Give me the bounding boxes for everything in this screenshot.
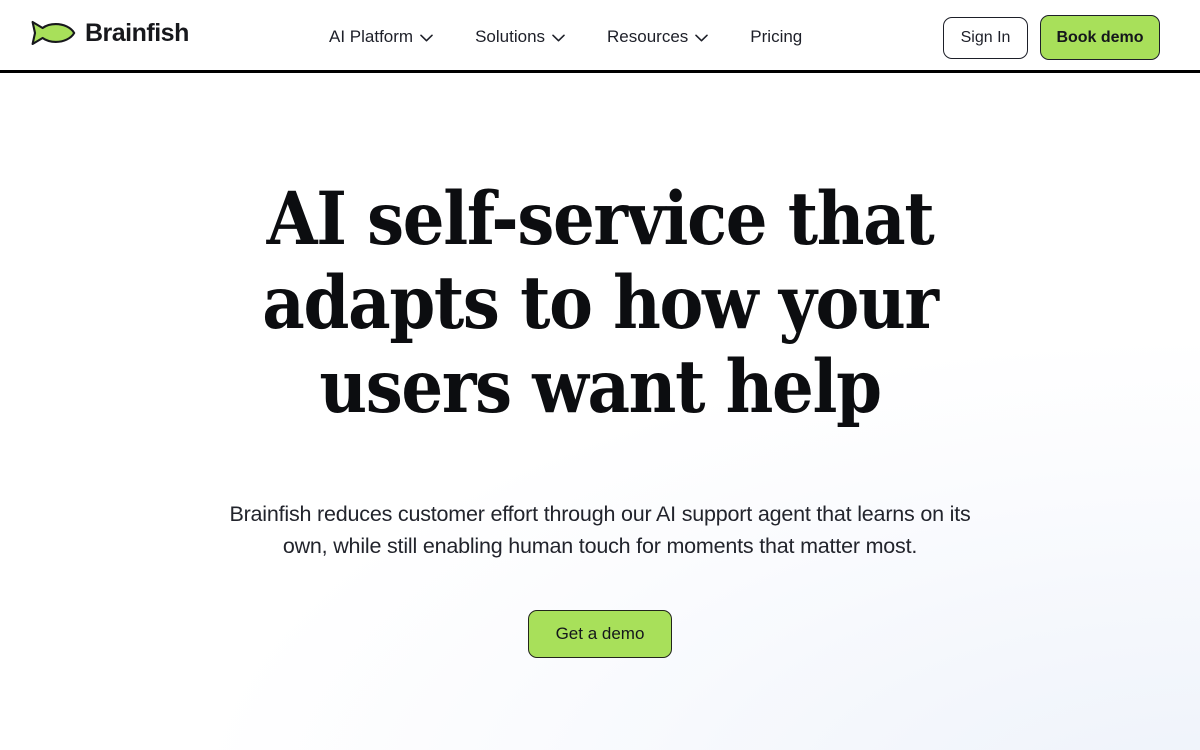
- nav-item-label: Solutions: [475, 27, 546, 46]
- primary-nav: AI Platform Solutions Resources Pricing: [329, 25, 802, 49]
- page-background: Brainfish AI Platform Solutions Resource…: [0, 0, 1200, 750]
- nav-item-resources[interactable]: Resources: [607, 25, 709, 49]
- nav-item-label: Resources: [607, 27, 689, 46]
- get-a-demo-button[interactable]: Get a demo: [528, 610, 672, 658]
- header-actions: Sign In Book demo: [943, 15, 1160, 60]
- nav-item-solutions[interactable]: Solutions: [475, 25, 565, 49]
- nav-item-pricing[interactable]: Pricing: [750, 25, 802, 49]
- page-title: AI self-service that adapts to how your …: [262, 176, 939, 430]
- fish-icon: [30, 20, 76, 46]
- brand-name: Brainfish: [85, 18, 189, 47]
- nav-item-ai-platform[interactable]: AI Platform: [329, 25, 433, 49]
- hero-cta-wrapper: Get a demo: [528, 610, 672, 658]
- nav-item-label: Pricing: [750, 27, 803, 46]
- nav-item-label: AI Platform: [329, 27, 414, 46]
- chevron-down-icon: [695, 32, 709, 42]
- chevron-down-icon: [552, 32, 565, 42]
- book-demo-button[interactable]: Book demo: [1040, 15, 1160, 60]
- chevron-down-icon: [420, 32, 433, 42]
- site-header: Brainfish AI Platform Solutions Resource…: [0, 0, 1200, 73]
- brand-logo[interactable]: Brainfish: [30, 20, 189, 46]
- hero-section: AI self-service that adapts to how your …: [0, 73, 1200, 750]
- sign-in-button[interactable]: Sign In: [943, 16, 1028, 59]
- hero-subheadline: Brainfish reduces customer effort throug…: [229, 502, 971, 558]
